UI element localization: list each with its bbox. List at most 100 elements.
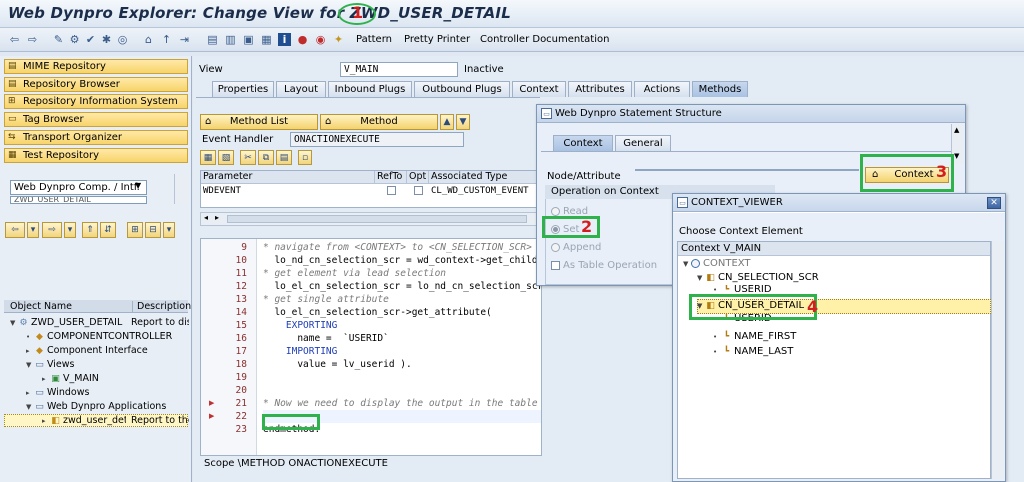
activate-icon[interactable]: ✱: [100, 33, 113, 46]
tab-actions[interactable]: Actions: [634, 81, 690, 97]
dropdown-next-icon[interactable]: ▾: [64, 222, 76, 238]
tree-node-views[interactable]: ▼ ▭ Views: [26, 358, 75, 371]
navigation-window-icon[interactable]: ▥: [224, 33, 237, 46]
context-node-cn-selection-scr[interactable]: ▼ ◧ CN_SELECTION_SCR: [697, 271, 819, 285]
collapse-arrow-icon[interactable]: ▼: [697, 271, 705, 285]
copy-icon[interactable]: ⧉: [258, 150, 274, 165]
scroll-down-icon[interactable]: ▼: [954, 152, 959, 160]
pretty-printer-button[interactable]: Pretty Printer: [404, 34, 470, 45]
nav-scrollbar[interactable]: [174, 174, 188, 204]
tab-outbound-plugs[interactable]: Outbound Plugs: [414, 81, 510, 97]
cell-refto[interactable]: [385, 185, 405, 198]
next-object-icon[interactable]: ⇨: [42, 222, 62, 238]
cell-associated-type[interactable]: CL_WD_CUSTOM_EVENT: [429, 185, 541, 198]
transport-organizer-button[interactable]: ⇆ Transport Organizer: [4, 130, 188, 145]
context-attr-name-last[interactable]: • ┗ NAME_LAST: [713, 345, 793, 359]
session-breakpoint-icon[interactable]: ◉: [314, 33, 327, 46]
screen-icon[interactable]: ▦: [260, 33, 273, 46]
repository-info-system-button[interactable]: ⊞ Repository Information System: [4, 94, 188, 109]
close-icon[interactable]: ✕: [987, 197, 1001, 209]
display-object-icon[interactable]: ▣: [242, 33, 255, 46]
expand-all-icon[interactable]: ⊟: [145, 222, 161, 238]
tab-inbound-plugs[interactable]: Inbound Plugs: [328, 81, 412, 97]
node-attribute-input[interactable]: [635, 169, 859, 171]
tag-browser-button[interactable]: ▭ Tag Browser: [4, 112, 188, 127]
tab-properties[interactable]: Properties: [212, 81, 274, 97]
tab-methods[interactable]: Methods: [692, 81, 748, 97]
collapse-arrow-icon[interactable]: ▼: [26, 401, 34, 414]
radio-append-button[interactable]: [551, 242, 560, 252]
collapse-arrow-icon[interactable]: ▼: [683, 257, 691, 271]
check-icon[interactable]: ✔: [84, 33, 97, 46]
table-operation-checkbox[interactable]: As Table Operation: [551, 259, 657, 273]
details-icon[interactable]: ▫: [298, 150, 312, 165]
expand-arrow-icon[interactable]: ▸: [42, 415, 50, 427]
toggle-icon[interactable]: ⚙: [68, 33, 81, 46]
insert-row-icon[interactable]: ▦: [200, 150, 216, 165]
up-one-level-icon[interactable]: ⇑: [82, 222, 98, 238]
breakpoint-marker-icon[interactable]: ▶: [209, 410, 214, 423]
tree-node-zwd-user-detail-app[interactable]: ▸◧zwd_user_detail: [42, 414, 126, 427]
object-type-select[interactable]: Web Dynpro Comp. / Intf.: [10, 180, 147, 195]
dialog-tab-context[interactable]: Context: [553, 135, 613, 151]
chevron-down-icon[interactable]: ▼: [135, 181, 141, 190]
scroll-up-icon[interactable]: ▲: [954, 126, 959, 134]
cell-parameter[interactable]: WDEVENT: [201, 185, 373, 198]
context-attr-name-first[interactable]: • ┗ NAME_FIRST: [713, 330, 796, 344]
dialog-tab-general[interactable]: General: [615, 135, 671, 151]
next-method-icon[interactable]: ▼: [456, 114, 470, 130]
scroll-thumb[interactable]: [227, 215, 527, 223]
magic-wand-icon[interactable]: ✦: [332, 33, 345, 46]
mime-repository-button[interactable]: ▤ MIME Repository: [4, 59, 188, 74]
tree-node-component-interface[interactable]: ▸ ◆ Component Interface: [26, 344, 148, 357]
radio-append[interactable]: Append: [551, 241, 601, 255]
collapse-arrow-icon[interactable]: ▼: [26, 359, 34, 372]
tree-node-v-main[interactable]: ▸ ▣ V_MAIN: [42, 372, 99, 385]
collapse-arrow-icon[interactable]: ▼: [10, 317, 18, 330]
where-used-icon[interactable]: ⇥: [178, 33, 191, 46]
test-repository-button[interactable]: ▦ Test Repository: [4, 148, 188, 163]
table-horizontal-scrollbar[interactable]: ◂ ▸: [200, 212, 540, 226]
expand-arrow-icon[interactable]: ▸: [26, 345, 34, 358]
expand-arrow-icon[interactable]: ▸: [26, 387, 34, 400]
radio-read-button[interactable]: [551, 206, 560, 216]
dropdown-prev-icon[interactable]: ▾: [27, 222, 39, 238]
tree-node-component[interactable]: ▼ ⚙ ZWD_USER_DETAIL: [10, 316, 122, 329]
back-arrow-icon[interactable]: ⇦: [8, 33, 21, 46]
repository-browser-button[interactable]: ▤ Repository Browser: [4, 77, 188, 92]
edit-pencil-icon[interactable]: ✎: [52, 33, 65, 46]
dropdown-more-icon[interactable]: ▾: [163, 222, 175, 238]
pattern-button[interactable]: Pattern: [356, 34, 392, 45]
opt-checkbox[interactable]: [414, 186, 423, 195]
object-list-icon[interactable]: ▤: [206, 33, 219, 46]
method-list-button[interactable]: ⌂ Method List: [200, 114, 318, 130]
table-operation-check[interactable]: [551, 260, 560, 270]
method-button[interactable]: ⌂ Method: [320, 114, 438, 130]
breakpoint-marker-icon[interactable]: ▶: [209, 397, 214, 410]
hierarchy-icon[interactable]: ⌂: [142, 33, 155, 46]
info-up-icon[interactable]: ↑: [160, 33, 173, 46]
tab-layout[interactable]: Layout: [276, 81, 326, 97]
refto-checkbox[interactable]: [387, 186, 396, 195]
breakpoint-icon[interactable]: ●: [296, 33, 309, 46]
forward-arrow-icon[interactable]: ⇨: [26, 33, 39, 46]
object-name-input[interactable]: ZWD_USER_DETAIL: [10, 196, 147, 204]
paste-icon[interactable]: ▤: [276, 150, 292, 165]
context-viewer-scrollbar[interactable]: [991, 241, 1004, 479]
cut-icon[interactable]: ✂: [240, 150, 256, 165]
cell-opt[interactable]: [412, 185, 428, 198]
abap-code-editor[interactable]: 9 10 11 12 13 14 15 16 17 18 19 20 21 22…: [200, 238, 542, 456]
context-root-node[interactable]: ▼ CONTEXT: [683, 257, 751, 271]
tree-node-componentcontroller[interactable]: • ◆ COMPONENTCONTROLLER: [26, 330, 172, 343]
scroll-left-icon[interactable]: ◂: [204, 213, 208, 222]
tree-node-web-dynpro-applications[interactable]: ▼ ▭ Web Dynpro Applications: [26, 400, 166, 413]
tab-context[interactable]: Context: [512, 81, 566, 97]
tab-attributes[interactable]: Attributes: [568, 81, 632, 97]
previous-object-icon[interactable]: ⇦: [5, 222, 25, 238]
hierarchy-tree-icon[interactable]: ⊞: [127, 222, 143, 238]
sync-icon[interactable]: ⇵: [100, 222, 116, 238]
info-icon[interactable]: i: [278, 33, 291, 46]
previous-method-icon[interactable]: ▲: [440, 114, 454, 130]
test-icon[interactable]: ◎: [116, 33, 129, 46]
tree-node-windows[interactable]: ▸ ▭ Windows: [26, 386, 89, 399]
